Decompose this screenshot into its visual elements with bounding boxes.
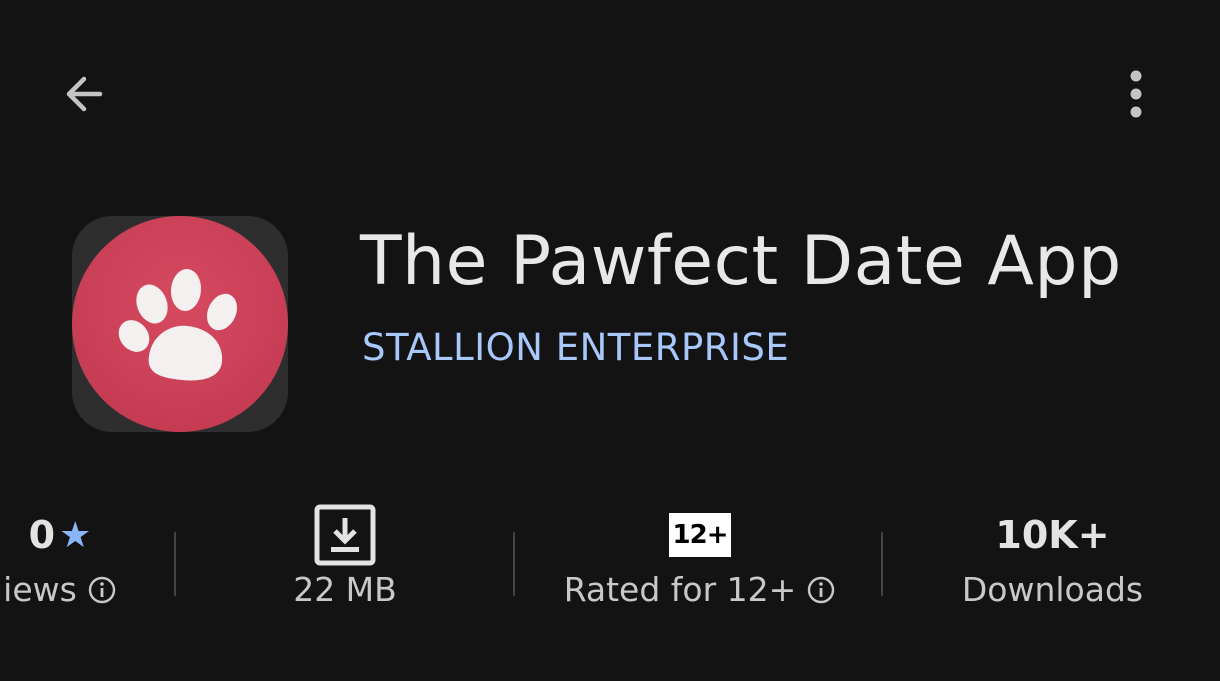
arrow-back-icon	[66, 76, 103, 112]
developer-link[interactable]: STALLION ENTERPRISE	[362, 326, 789, 369]
app-icon	[72, 216, 288, 432]
size-stat: 22 MB	[230, 500, 460, 630]
stat-divider	[513, 532, 515, 596]
size-label: 22 MB	[293, 570, 397, 609]
downloads-label: Downloads	[961, 570, 1144, 609]
stat-divider	[881, 532, 883, 596]
more-vert-icon	[1130, 70, 1142, 118]
info-icon	[808, 576, 835, 603]
rating-value: 0	[28, 513, 56, 557]
content-rating-label: Rated for 12+	[563, 570, 797, 609]
paw-icon	[72, 216, 288, 432]
info-icon	[88, 576, 116, 603]
star-icon: ★	[59, 514, 92, 556]
rating-stat[interactable]: 0 ★ iews	[0, 500, 160, 630]
downloads-stat: 10K+ Downloads	[930, 500, 1175, 630]
back-button[interactable]	[56, 66, 112, 122]
content-rating-stat[interactable]: 12+ Rated for 12+	[545, 500, 855, 630]
content-rating-badge: 12+	[669, 513, 731, 557]
downloads-value: 10K+	[995, 513, 1110, 557]
rating-label: iews	[3, 570, 77, 609]
download-icon	[314, 504, 376, 566]
stat-divider	[174, 532, 176, 596]
app-title: The Pawfect Date App	[360, 222, 1122, 301]
more-options-button[interactable]	[1108, 66, 1164, 122]
